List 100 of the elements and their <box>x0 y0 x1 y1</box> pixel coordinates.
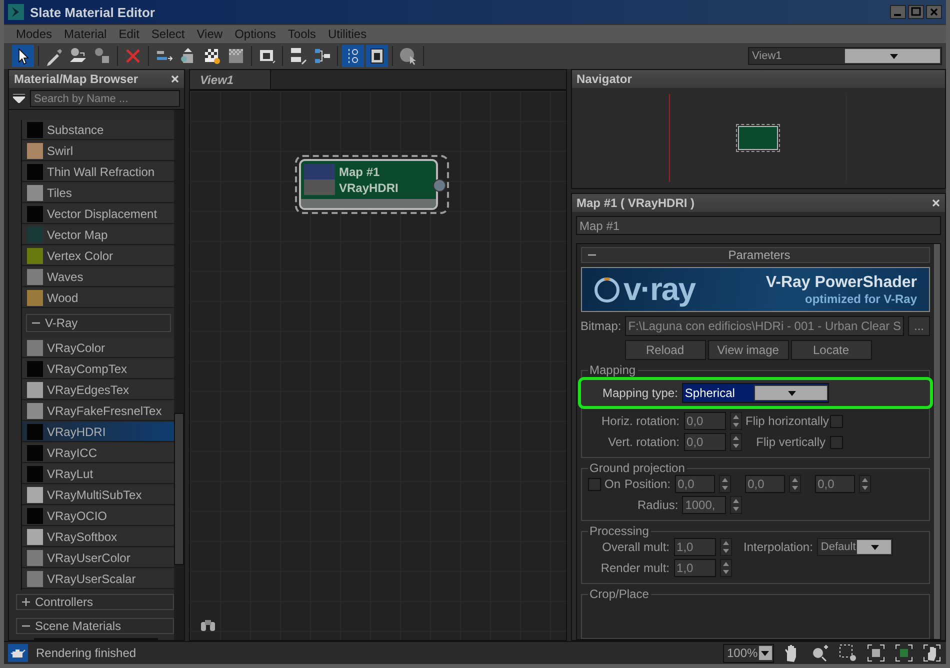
number-field[interactable]: 0,0 <box>744 475 785 494</box>
spinner[interactable] <box>788 475 801 494</box>
minimize-button[interactable] <box>890 5 906 19</box>
browser-item[interactable]: Waves <box>22 267 174 287</box>
sphere-cursor-icon <box>398 46 418 66</box>
group-label: Mapping <box>588 363 638 378</box>
dropdown-arrow-icon <box>761 650 770 656</box>
zoom-region-icon[interactable] <box>838 643 858 663</box>
checkbox[interactable] <box>830 414 843 428</box>
interpolation-dropdown[interactable]: Default <box>816 538 893 556</box>
maximize-button[interactable] <box>908 5 924 19</box>
spinner[interactable] <box>720 538 732 556</box>
photo-placeholder <box>304 164 335 195</box>
frame-all-icon[interactable] <box>866 643 886 663</box>
output-port[interactable] <box>433 179 446 192</box>
number-field[interactable]: 0,0 <box>674 475 715 494</box>
spinner[interactable] <box>730 433 742 452</box>
browser-item[interactable]: Wood <box>22 288 174 308</box>
browser-item[interactable]: VRayEdgesTex <box>22 380 174 400</box>
spheres-icon <box>92 46 112 66</box>
node-type: VRayHDRI <box>339 180 398 196</box>
view-tab[interactable]: View1 <box>190 70 271 89</box>
checker-icon <box>226 46 246 66</box>
checkbox-label: On <box>604 477 621 492</box>
field-label: Interpolation: <box>744 540 813 554</box>
action-button[interactable]: View image <box>708 340 789 360</box>
browse-button[interactable]: ... <box>908 316 930 336</box>
browser-item[interactable]: VRayUserScalar <box>22 569 174 589</box>
browser-item[interactable]: VRayHDRI <box>22 422 174 442</box>
number-field[interactable]: 1,0 <box>674 538 716 556</box>
browser-item[interactable]: VRayICC <box>22 443 174 463</box>
group-header[interactable]: V-Ray <box>26 314 171 332</box>
name-field[interactable]: Map #1 <box>576 216 941 235</box>
number-field[interactable]: 1000, <box>682 496 726 514</box>
ring-icon <box>594 274 620 305</box>
teapot-icon[interactable] <box>8 644 28 662</box>
group-label: Ground projection <box>588 461 687 476</box>
browser-item[interactable]: VRayColor <box>22 338 174 358</box>
banner-title: V-Ray PowerShader <box>766 274 917 292</box>
action-button[interactable]: Reload <box>624 340 706 360</box>
browser-item[interactable]: VRayMultiSubTex <box>22 485 174 505</box>
field-label: Mapping type: <box>602 386 678 400</box>
number-field[interactable]: 1,0 <box>674 559 716 578</box>
map-node[interactable]: Map #1 VRayHDRI <box>299 159 438 210</box>
browser-item[interactable]: Thin Wall Refraction <box>22 162 174 182</box>
group-header[interactable]: Scene Materials <box>16 618 174 634</box>
dropdown-arrow-icon <box>890 54 898 58</box>
spinner[interactable] <box>730 496 742 514</box>
toolbar-button[interactable] <box>366 45 388 67</box>
pan-hand-icon[interactable] <box>922 643 942 663</box>
spinner[interactable] <box>720 559 732 578</box>
spinner[interactable] <box>858 475 871 494</box>
field-label: Position: <box>624 477 671 492</box>
scrollbar[interactable] <box>174 110 184 640</box>
field-label: Render mult: <box>600 561 670 576</box>
number-field[interactable]: 0,0 <box>684 433 726 452</box>
browser-item[interactable]: Tiles <box>22 183 174 203</box>
zoom-icon[interactable] <box>810 643 830 663</box>
binoculars-icon[interactable] <box>200 618 216 632</box>
bitmap-path-field[interactable]: F:\Laguna con edificios\HDRi - 001 - Urban Clear S <box>625 316 904 336</box>
number-field[interactable]: 0,0 <box>814 475 855 494</box>
browser-item[interactable]: VRaySoftbox <box>22 527 174 547</box>
browser-item[interactable]: Swirl <box>22 141 174 161</box>
close-button[interactable] <box>926 5 942 19</box>
view-dropdown[interactable]: View1 <box>748 47 942 65</box>
toolbar-button[interactable] <box>12 45 34 67</box>
rollout-header[interactable]: Parameters <box>580 247 930 263</box>
group-header[interactable]: Controllers <box>16 594 174 610</box>
browser-item[interactable]: Vertex Color <box>22 246 174 266</box>
checkbox[interactable] <box>588 478 601 491</box>
search-field[interactable]: Search by Name ... <box>30 90 180 107</box>
action-button[interactable]: Locate <box>790 340 872 360</box>
checkbox[interactable] <box>830 436 843 449</box>
browser-item[interactable]: VRayLut <box>22 464 174 484</box>
field-label: Bitmap: <box>580 319 622 334</box>
mapping-type-dropdown[interactable]: Spherical <box>682 383 829 404</box>
zoom-dropdown[interactable]: 100% <box>723 644 774 662</box>
tree-icon <box>312 46 332 66</box>
node-preview <box>738 126 778 150</box>
window-title: Slate Material Editor <box>30 4 155 20</box>
status-message: Rendering finished <box>36 646 136 660</box>
browser-item[interactable]: Vector Displacement <box>22 204 174 224</box>
browser-item[interactable]: VRayUserColor <box>22 548 174 568</box>
dropdown-arrow-icon <box>871 544 880 550</box>
node-canvas[interactable]: Map #1 VRayHDRI <box>189 90 567 641</box>
close-icon[interactable] <box>171 75 179 83</box>
browser-item[interactable]: VRayOCIO <box>22 506 174 526</box>
close-icon[interactable] <box>932 199 940 207</box>
browser-item[interactable]: VRayFakeFresnelTex <box>22 401 174 421</box>
spinner[interactable] <box>730 412 742 430</box>
number-field[interactable]: 0,0 <box>684 412 726 430</box>
browser-item[interactable]: VRayCompTex <box>22 359 174 379</box>
frame-selected-icon[interactable] <box>894 643 914 663</box>
browser-item[interactable]: Substance <box>22 120 174 140</box>
node-name: Map #1 <box>339 164 381 180</box>
browser-item[interactable]: Vector Map <box>22 225 174 245</box>
options-menu-icon[interactable] <box>13 94 25 103</box>
spinner[interactable] <box>718 475 731 494</box>
group-label: Crop/Place <box>588 587 651 602</box>
field-label: Radius: <box>638 498 678 512</box>
